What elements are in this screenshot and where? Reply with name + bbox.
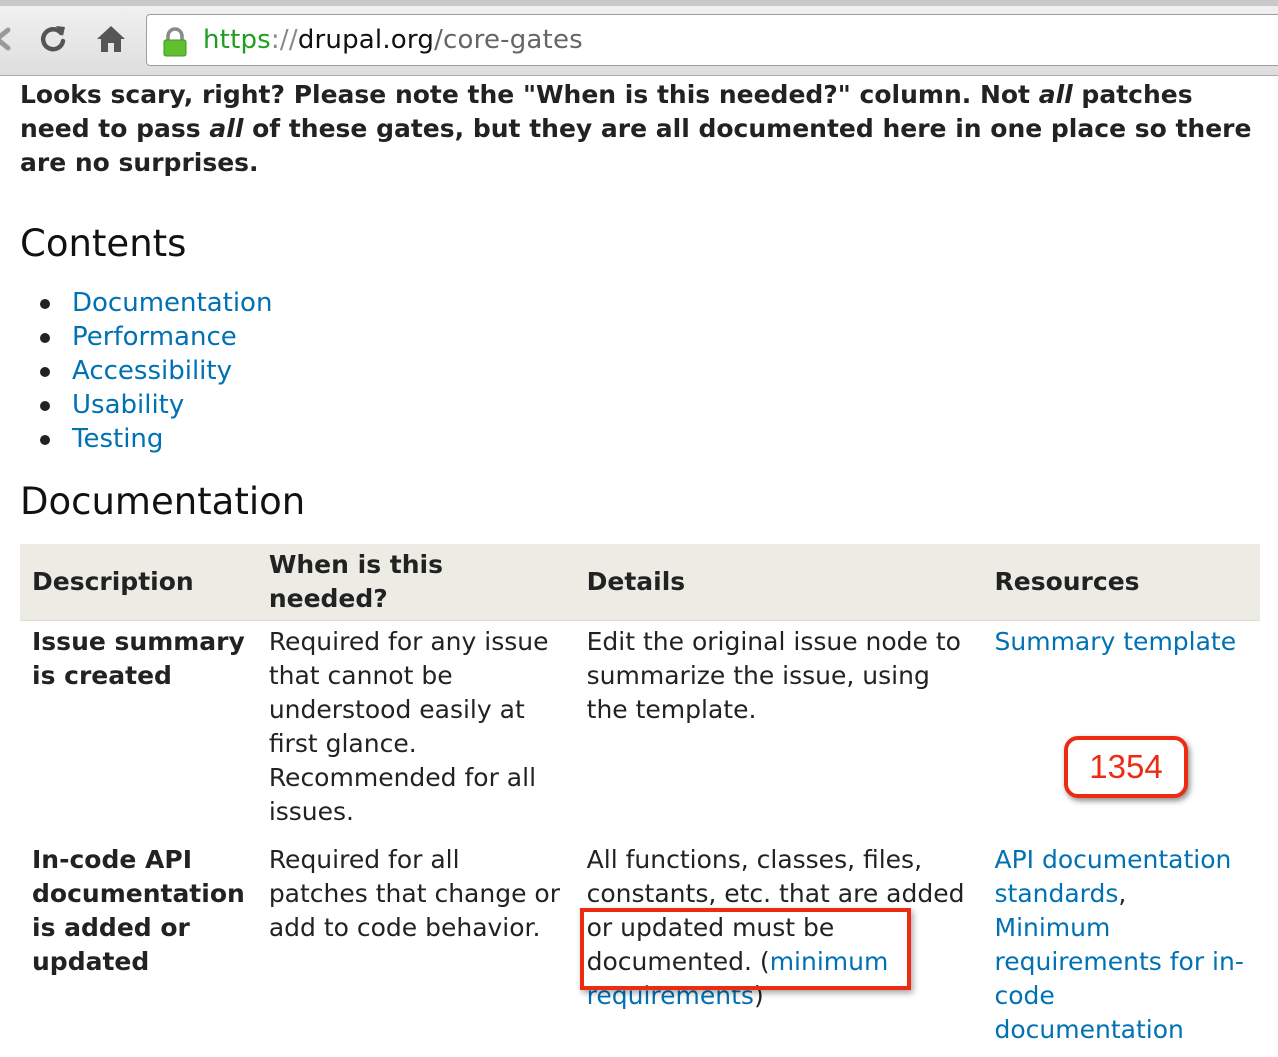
address-bar[interactable]: https://drupal.org/core-gates	[146, 14, 1278, 66]
intro-paragraph: Looks scary, right? Please note the "Whe…	[20, 78, 1260, 180]
api-documentation-standards-link[interactable]: API documentation standards	[995, 845, 1232, 908]
annotation-highlight-box	[580, 908, 911, 990]
contents-list: Documentation Performance Accessibility …	[39, 286, 272, 456]
home-button[interactable]	[94, 22, 128, 56]
column-header-description: Description	[20, 544, 257, 621]
url-separator: ://	[270, 25, 298, 55]
intro-emphasis-2: all	[209, 114, 244, 143]
row-resources: Summary template	[983, 621, 1261, 840]
intro-emphasis-1: all	[1038, 80, 1073, 109]
back-arrow-icon	[0, 27, 11, 51]
table-header-row: Description When is this needed? Details…	[20, 544, 1260, 621]
toc-link-accessibility[interactable]: Accessibility	[72, 356, 232, 386]
row-details: Edit the original issue node to summariz…	[586, 627, 961, 724]
column-header-resources: Resources	[982, 544, 1260, 621]
row-when-recommendation: Recommended for all issues.	[268, 763, 537, 826]
row-resources: API documentation standards, Minimum req…	[983, 839, 1261, 1057]
url-path: /core-gates	[434, 25, 583, 55]
browser-toolbar: https://drupal.org/core-gates	[0, 0, 1278, 76]
toc-item: Usability	[39, 388, 272, 422]
minimum-requirements-documentation-link[interactable]: Minimum requirements for in-code documen…	[995, 913, 1244, 1044]
url-protocol: https	[203, 25, 271, 55]
back-button[interactable]	[0, 22, 20, 56]
documentation-heading: Documentation	[20, 480, 306, 523]
summary-template-link[interactable]: Summary template	[995, 627, 1237, 656]
intro-text-1: Looks scary, right? Please note the "Whe…	[20, 80, 1039, 109]
toc-item: Accessibility	[39, 354, 272, 388]
row-description: In-code API documentation is added or up…	[32, 845, 245, 976]
toc-item: Documentation	[39, 286, 272, 320]
home-icon	[97, 26, 125, 52]
annotation-callout-badge: 1354	[1064, 736, 1188, 798]
reload-button[interactable]	[36, 22, 70, 56]
resource-separator: ,	[1118, 879, 1127, 908]
table-row: Issue summary is created Required for an…	[20, 621, 1260, 840]
tab-strip-edge	[0, 0, 1278, 6]
reload-icon	[40, 26, 66, 52]
toc-link-testing[interactable]: Testing	[72, 424, 163, 454]
column-header-details: Details	[574, 544, 983, 621]
row-when: Required for all patches that change or …	[268, 845, 560, 942]
toc-item: Performance	[39, 320, 272, 354]
lock-icon	[163, 27, 187, 57]
toc-link-documentation[interactable]: Documentation	[72, 288, 272, 318]
toc-item: Testing	[39, 422, 272, 456]
toc-link-usability[interactable]: Usability	[72, 390, 184, 420]
row-description: Issue summary is created	[32, 627, 245, 690]
contents-heading: Contents	[20, 222, 187, 265]
url-text[interactable]: https://drupal.org/core-gates	[203, 25, 583, 55]
toc-link-performance[interactable]: Performance	[72, 322, 237, 352]
row-when-text: Required for any issue that cannot be un…	[268, 627, 549, 758]
column-header-when: When is this needed?	[256, 544, 575, 621]
row-when: Required for any issue that cannot be un…	[257, 621, 575, 840]
url-host: drupal.org	[297, 25, 435, 55]
